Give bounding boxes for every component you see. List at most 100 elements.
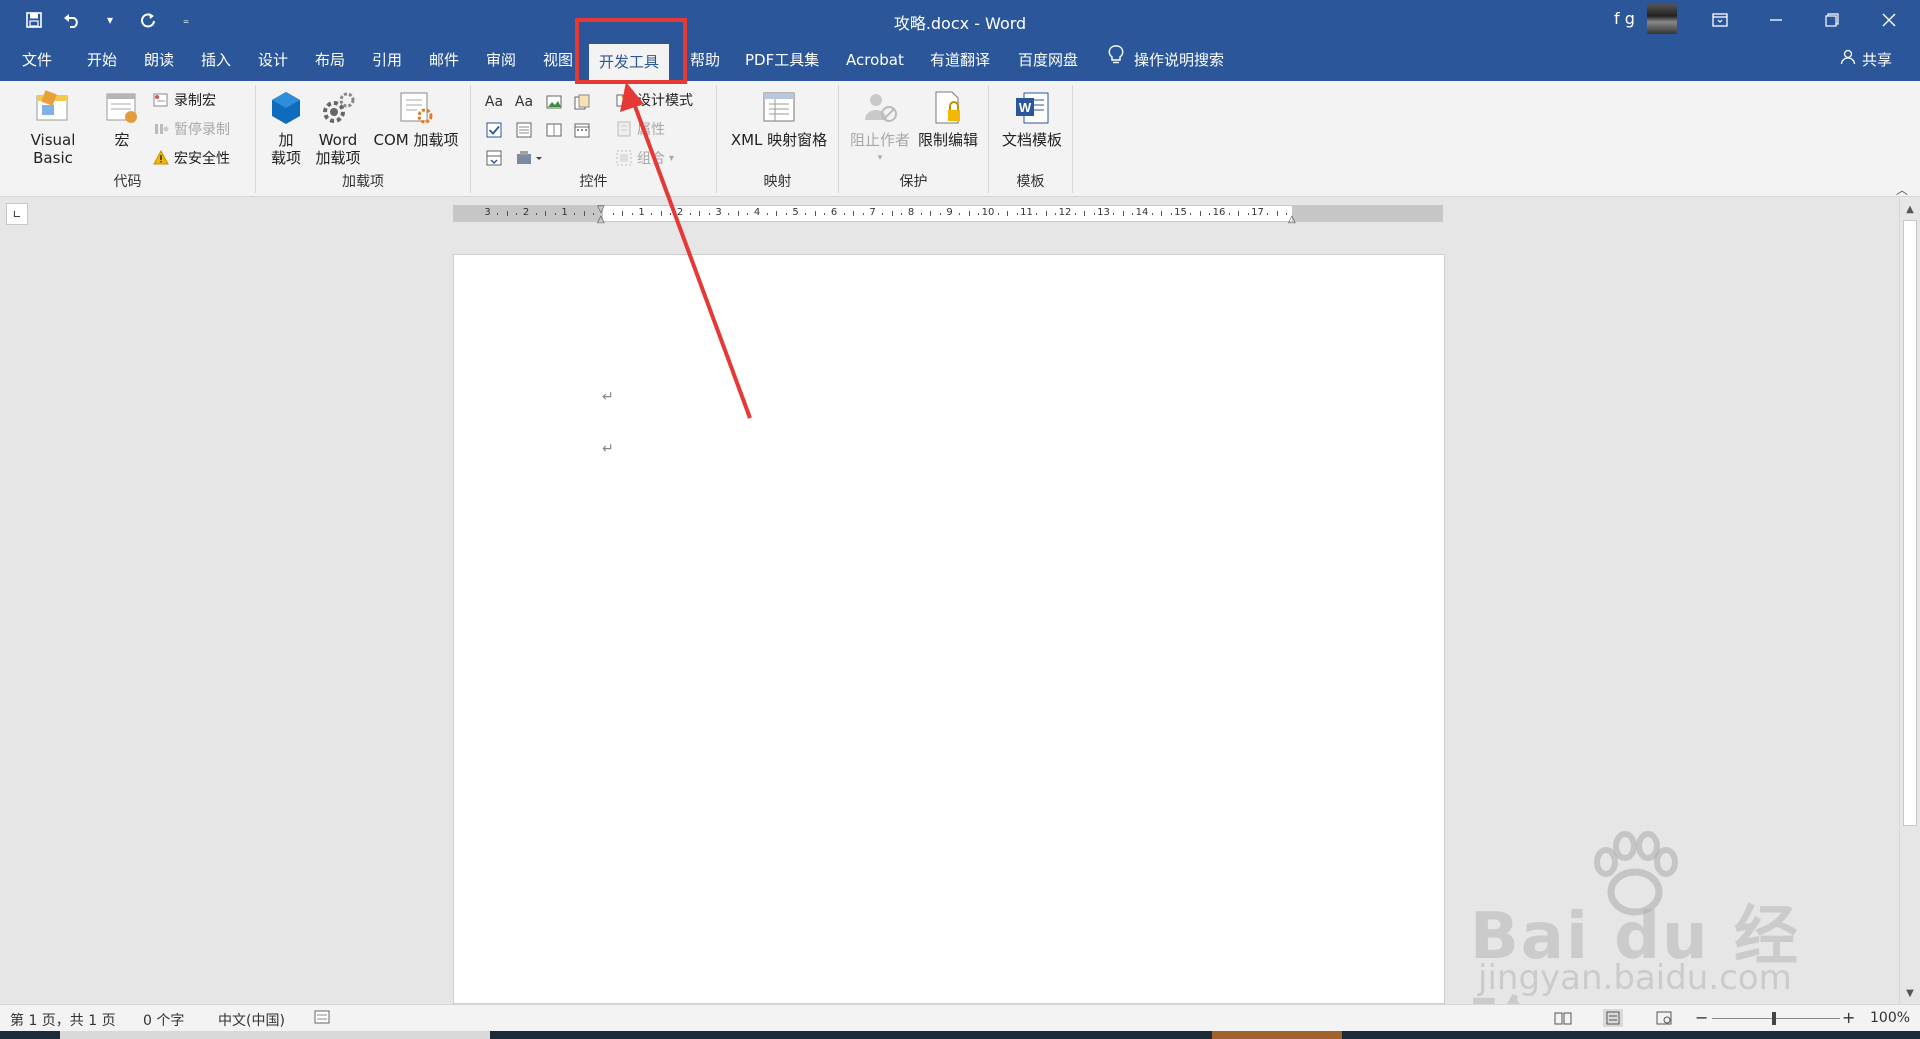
collapse-ribbon-icon[interactable]: ︿ <box>1896 181 1908 198</box>
horizontal-ruler[interactable]: ▽ △ △ 3 2 1 1 2 3 4 5 6 7 8 9 10 11 12 13 14 15 16 17 <box>453 204 1443 225</box>
ruler-tick <box>959 213 961 215</box>
scroll-up-icon[interactable]: ▲ <box>1900 200 1920 218</box>
tab-design[interactable]: 设计 <box>248 40 298 81</box>
ribbon-display-options-icon[interactable] <box>1697 0 1743 40</box>
restore-icon[interactable] <box>1809 0 1855 40</box>
avatar[interactable] <box>1647 4 1677 34</box>
right-indent-marker[interactable]: △ <box>1288 214 1296 225</box>
document-page[interactable]: ↵ ↵ <box>453 254 1445 1004</box>
checkbox-control-icon[interactable] <box>483 119 505 141</box>
taskbar-segment <box>1212 1031 1342 1039</box>
ruler-tick <box>545 211 547 216</box>
ruler-number: 16 <box>1212 207 1226 218</box>
xml-mapping-pane-button[interactable]: XML 映射窗格 <box>727 89 831 149</box>
ruler-tick <box>1151 213 1153 215</box>
ruler-tick <box>776 211 778 216</box>
close-icon[interactable] <box>1866 0 1912 40</box>
group-code: Visual Basic 宏 录制宏 暂停录制 宏安全性 代码 <box>0 85 256 193</box>
tab-help[interactable]: 帮助 <box>680 40 730 81</box>
tab-baidu-netdisk[interactable]: 百度网盘 <box>1008 40 1088 81</box>
design-mode-button[interactable]: 设计模式 <box>615 89 693 111</box>
tab-file[interactable]: 文件 <box>12 40 62 81</box>
user-name[interactable]: f g <box>1614 9 1635 28</box>
record-macro-label: 录制宏 <box>174 93 216 109</box>
group-icon <box>615 149 633 167</box>
group-button[interactable]: 组合 ▾ <box>615 147 674 169</box>
print-layout-icon[interactable] <box>1603 1009 1623 1027</box>
restrict-editing-label: 限制编辑 <box>917 131 978 149</box>
ruler-tick <box>583 211 585 216</box>
group-code-label: 代码 <box>113 174 142 190</box>
plain-text-control-button[interactable]: Aa <box>513 91 535 113</box>
date-picker-control-icon[interactable] <box>571 119 593 141</box>
pause-recording-button[interactable]: 暂停录制 <box>152 118 230 140</box>
combo-box-control-icon[interactable] <box>513 119 535 141</box>
word-addins-label-1: Word <box>318 131 358 149</box>
block-authors-button[interactable]: 阻止作者 ▾ <box>849 89 911 167</box>
tab-layout[interactable]: 布局 <box>305 40 355 81</box>
scrollbar-thumb[interactable] <box>1903 220 1917 826</box>
tell-me-search[interactable]: 操作说明搜索 <box>1108 40 1224 81</box>
restrict-editing-button[interactable]: 限制编辑 <box>915 89 981 149</box>
pause-icon <box>152 120 170 138</box>
page-count[interactable]: 第 1 页，共 1 页 <box>10 1010 116 1030</box>
scroll-down-icon[interactable]: ▼ <box>1900 984 1920 1002</box>
ruler-tick <box>814 211 816 216</box>
ruler-number: 8 <box>907 207 915 218</box>
ruler-tick <box>574 213 576 215</box>
group-protect-label: 保护 <box>899 174 928 190</box>
zoom-level[interactable]: 100% <box>1870 1010 1910 1026</box>
tab-youdao-translate[interactable]: 有道翻译 <box>920 40 1000 81</box>
word-addins-label-2: 加载项 <box>315 149 361 167</box>
design-mode-label: 设计模式 <box>637 93 693 109</box>
tab-pdf-tools[interactable]: PDF工具集 <box>735 40 829 81</box>
word-addins-button[interactable]: Word 加载项 <box>310 89 366 167</box>
macro-recording-icon[interactable] <box>314 1010 330 1028</box>
ruler-tick <box>1016 213 1018 215</box>
group-controls-label: 控件 <box>579 174 608 190</box>
tab-read-aloud[interactable]: 朗读 <box>134 40 184 81</box>
xml-mapping-label: XML 映射窗格 <box>730 131 828 149</box>
visual-basic-button[interactable]: Visual Basic <box>10 89 96 167</box>
language-indicator[interactable]: 中文(中国) <box>218 1010 285 1030</box>
macros-button[interactable]: 宏 <box>100 89 144 149</box>
tab-mailings[interactable]: 邮件 <box>419 40 469 81</box>
repeating-section-icon[interactable] <box>483 147 505 169</box>
ruler-tick <box>1199 211 1201 216</box>
properties-button[interactable]: 属性 <box>615 118 665 140</box>
macro-security-button[interactable]: 宏安全性 <box>152 147 230 169</box>
minimize-icon[interactable] <box>1753 0 1799 40</box>
zoom-in-button[interactable]: + <box>1842 1008 1855 1027</box>
hanging-indent-marker[interactable]: △ <box>597 214 605 225</box>
read-mode-icon[interactable] <box>1553 1009 1573 1027</box>
tab-references[interactable]: 引用 <box>362 40 412 81</box>
tab-insert[interactable]: 插入 <box>191 40 241 81</box>
zoom-slider-thumb[interactable] <box>1772 1012 1776 1025</box>
add-ins-button[interactable]: 加 载项 <box>268 89 304 167</box>
record-macro-button[interactable]: 录制宏 <box>152 89 216 111</box>
ruler-number: 1 <box>638 207 645 218</box>
com-addins-button[interactable]: COM 加载项 <box>370 89 462 149</box>
ruler-tick <box>1286 213 1288 215</box>
legacy-tools-icon[interactable] <box>513 147 547 169</box>
ribbon-developer: Visual Basic 宏 录制宏 暂停录制 宏安全性 代码 加 载项 Wor… <box>0 81 1920 197</box>
dropdown-list-control-icon[interactable] <box>543 119 565 141</box>
web-layout-icon[interactable] <box>1654 1009 1674 1027</box>
share-button[interactable]: 共享 <box>1840 40 1892 81</box>
building-block-icon[interactable] <box>571 91 593 113</box>
vertical-scrollbar[interactable]: ▲ ▼ <box>1899 198 1920 1004</box>
word-count[interactable]: 0 个字 <box>143 1010 184 1030</box>
ruler-tick <box>593 213 595 215</box>
picture-control-icon[interactable] <box>543 91 565 113</box>
zoom-out-button[interactable]: − <box>1695 1008 1708 1027</box>
document-template-button[interactable]: W 文档模板 <box>999 89 1065 149</box>
warning-icon <box>152 149 170 167</box>
tab-selector-icon[interactable]: ∟ <box>6 203 28 225</box>
tab-review[interactable]: 审阅 <box>476 40 526 81</box>
document-template-label: 文档模板 <box>1001 131 1062 149</box>
tab-home[interactable]: 开始 <box>77 40 127 81</box>
zoom-slider[interactable] <box>1712 1018 1840 1019</box>
rich-text-control-button[interactable]: Aa <box>483 91 505 113</box>
tab-acrobat[interactable]: Acrobat <box>836 40 914 81</box>
add-ins-label-1: 加 <box>278 131 294 149</box>
